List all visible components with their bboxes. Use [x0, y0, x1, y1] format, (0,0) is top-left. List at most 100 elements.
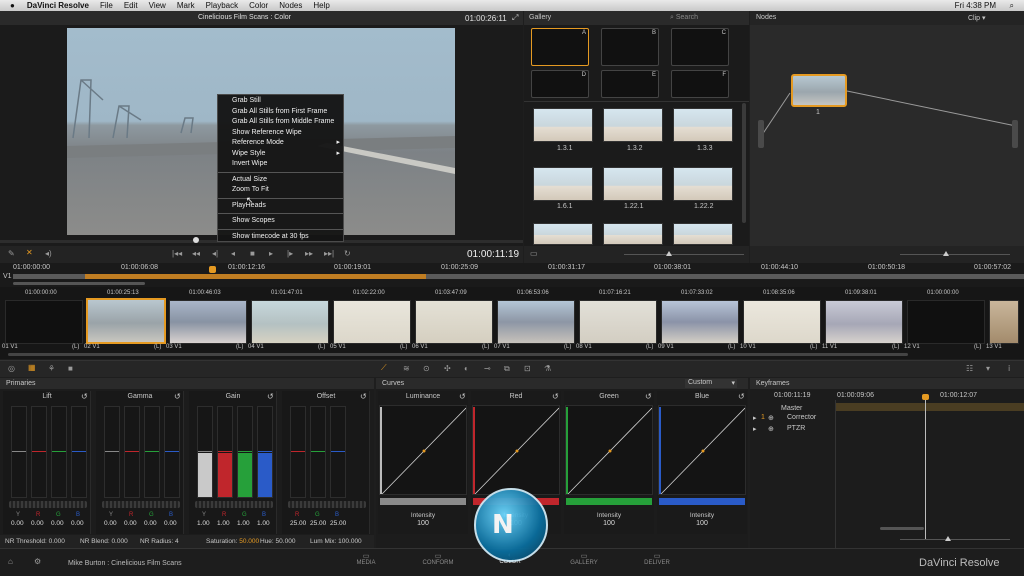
node-input[interactable]	[758, 120, 764, 148]
menu-reference-mode[interactable]: Reference Mode ▸	[218, 138, 343, 149]
node-1[interactable]	[791, 74, 847, 107]
key-icon[interactable]: ⊸	[484, 364, 491, 373]
menu-file[interactable]: File	[100, 1, 113, 10]
first-frame-icon[interactable]: |◂◂	[172, 249, 182, 258]
keyframe-playhead[interactable]	[925, 394, 926, 539]
channel-value[interactable]: 25.00	[290, 520, 306, 527]
keyframes-zoom-handle[interactable]	[945, 536, 951, 541]
clip-thumbnail[interactable]	[497, 300, 575, 344]
fx-icon[interactable]: ⚗	[544, 364, 551, 373]
menu-zoom-to-fit[interactable]: Zoom To Fit	[218, 185, 343, 196]
intensity-value[interactable]: 100	[378, 520, 468, 527]
curve-color-bar[interactable]	[659, 498, 745, 505]
info-icon[interactable]: ⅰ	[1008, 364, 1010, 373]
reset-icon[interactable]: ↺	[738, 392, 745, 401]
channel-value[interactable]: 0.00	[71, 520, 84, 527]
menu-show-timecode[interactable]: Show timecode at 30 fps	[218, 232, 343, 243]
play-icon[interactable]: ▸	[269, 249, 273, 258]
wheel-gamma[interactable]: Gamma ↺ Y 0.00 R 0.00 G 0.00 B 0.00	[96, 391, 184, 534]
apple-icon[interactable]: ●	[10, 1, 15, 10]
clip-thumbnail[interactable]	[333, 300, 411, 344]
gallery-scrollbar[interactable]	[742, 103, 746, 223]
nodes-zoom-slider[interactable]	[900, 254, 1010, 255]
menu-color[interactable]: Color	[249, 1, 268, 10]
menu-edit[interactable]: Edit	[124, 1, 138, 10]
clock[interactable]: Fri 4:38 PM	[955, 1, 996, 10]
clip-thumbnail[interactable]	[579, 300, 657, 344]
reset-icon[interactable]: ↺	[267, 392, 274, 401]
clip-thumbnail[interactable]	[415, 300, 493, 344]
channel-meter[interactable]	[71, 406, 87, 498]
reverse-play-icon[interactable]: ◂	[231, 249, 235, 258]
node-graph[interactable]	[750, 25, 1024, 245]
gallery-search[interactable]: ⌕ Search	[670, 14, 698, 22]
param-field[interactable]: Hue: 50.000	[260, 538, 295, 545]
wheel-gain[interactable]: Gain ↺ Y 1.00 R 1.00 G 1.00 B 1.00	[189, 391, 277, 534]
channel-value[interactable]: 0.00	[11, 520, 24, 527]
loop-icon[interactable]: ↻	[344, 249, 351, 258]
menu-nodes[interactable]: Nodes	[279, 1, 302, 10]
memory-slot-a[interactable]: A	[531, 28, 589, 66]
clip-strip-scrollbar[interactable]	[8, 353, 908, 356]
timeline-scrollbar[interactable]	[13, 282, 145, 285]
clip-thumbnail[interactable]	[989, 300, 1019, 344]
channel-meter[interactable]	[310, 406, 326, 498]
node-output[interactable]	[1012, 120, 1018, 148]
curves-icon[interactable]: ⟋	[381, 363, 387, 373]
channel-value[interactable]: 0.00	[31, 520, 44, 527]
tab-conform[interactable]: ▭ CONFORM	[408, 552, 468, 566]
channel-value[interactable]: 0.00	[51, 520, 64, 527]
curve-blue[interactable]: Blue ↺ Intensity 100	[657, 391, 747, 534]
album-icon[interactable]: ▭	[530, 249, 538, 258]
tab-deliver[interactable]: ▭ DELIVER	[627, 552, 687, 566]
qualifier-icon[interactable]: ≋	[403, 364, 410, 373]
channel-value[interactable]: 1.00	[217, 520, 230, 527]
keyframes-track[interactable]	[836, 403, 1024, 411]
nodes-mode-select[interactable]: Clip ▾	[968, 14, 986, 22]
channel-meter[interactable]	[144, 406, 160, 498]
menu-show-scopes[interactable]: Show Scopes	[218, 216, 343, 227]
param-field[interactable]: Saturation: 50.000	[206, 538, 259, 545]
clip-thumbnail[interactable]	[5, 300, 83, 344]
menu-wipe-style[interactable]: Wipe Style ▸	[218, 149, 343, 160]
curve-green[interactable]: Green ↺ Intensity 100	[564, 391, 654, 534]
rewind-icon[interactable]: ◂◂	[192, 249, 200, 258]
reset-icon[interactable]: ↺	[459, 392, 466, 401]
curve-color-bar[interactable]	[566, 498, 652, 505]
nodes-zoom-handle[interactable]	[943, 251, 949, 256]
param-field[interactable]: Lum Mix: 100.000	[310, 538, 362, 545]
home-icon[interactable]: ⌂	[8, 557, 13, 566]
clip-thumbnail[interactable]	[743, 300, 821, 344]
still-1-3-3[interactable]	[673, 108, 733, 142]
channel-value[interactable]: 0.00	[124, 520, 137, 527]
settings-gear-icon[interactable]: ⚙	[34, 557, 41, 566]
still-thumbnail[interactable]	[673, 223, 733, 245]
intensity-value[interactable]: 100	[657, 520, 747, 527]
channel-value[interactable]: 1.00	[257, 520, 270, 527]
channel-value[interactable]: 1.00	[197, 520, 210, 527]
keyframe-row[interactable]: ▸ ⊕ PTZR	[752, 425, 834, 434]
param-field[interactable]: NR Blend: 0.000	[80, 538, 128, 545]
pen-icon[interactable]: ✎	[8, 249, 15, 258]
curve-graph[interactable]	[379, 405, 467, 495]
memory-slot-d[interactable]: D	[531, 70, 589, 98]
channel-value[interactable]: 0.00	[104, 520, 117, 527]
video-icon[interactable]: ■	[68, 364, 73, 373]
clip-thumbnail[interactable]	[86, 298, 166, 344]
master-wheel-bar[interactable]	[288, 501, 366, 508]
menu-invert-wipe[interactable]: Invert Wipe	[218, 159, 343, 170]
channel-meter[interactable]	[31, 406, 47, 498]
camera-raw-icon[interactable]: ◎	[8, 364, 15, 373]
still-thumbnail[interactable]	[603, 223, 663, 245]
menu-playheads[interactable]: PlayHeads	[218, 201, 343, 212]
primaries-icon[interactable]: ▦	[28, 363, 36, 372]
curves-mode-select[interactable]: Custom ▾	[685, 379, 737, 388]
menu-grab-first[interactable]: Grab All Stills from First Frame	[218, 107, 343, 118]
still-1-3-2[interactable]	[603, 108, 663, 142]
menu-actual-size[interactable]: Actual Size	[218, 175, 343, 186]
still-thumbnail[interactable]	[533, 223, 593, 245]
step-forward-icon[interactable]: |▸	[287, 249, 293, 258]
grid-icon[interactable]: ☷	[966, 364, 973, 373]
intensity-value[interactable]: 100	[564, 520, 654, 527]
fast-forward-icon[interactable]: ▸▸	[305, 249, 313, 258]
